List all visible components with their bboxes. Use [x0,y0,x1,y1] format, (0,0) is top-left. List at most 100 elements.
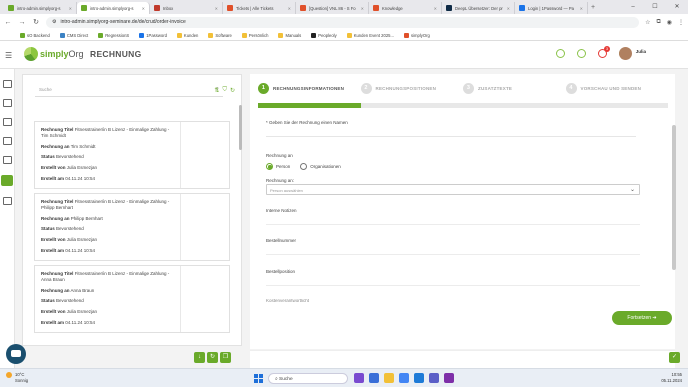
tab-close-icon[interactable]: ✕ [288,6,291,11]
bookmark-item[interactable]: Kunden Event 2025... [346,32,394,38]
bell-icon[interactable]: 3 [598,46,610,58]
list-actions: ↓ ↻ ❐ [194,352,231,363]
wizard-step-2[interactable]: 2 RECHNUNGSPOSITIONEN [360,80,464,96]
weather-widget[interactable]: 10°C Sonnig [6,372,28,384]
bookmark-item[interactable]: 1Password [139,32,167,38]
browser-tab[interactable]: Knowledge ✕ [369,2,442,14]
tab-close-icon[interactable]: ✕ [580,6,583,11]
sidebar-building-icon[interactable] [2,118,12,126]
confirm-icon[interactable]: ✓ [669,352,680,363]
forward-icon[interactable]: → [18,19,26,26]
bookmark-item[interactable]: Kunden [176,32,198,38]
taskbar-app-icon[interactable] [354,373,364,383]
internal-notes-input[interactable] [266,224,640,225]
browser-tab[interactable]: Tickets | Alle Tickets ✕ [223,2,296,14]
maximize-icon[interactable]: ☐ [644,0,666,14]
refresh-icon[interactable]: ↻ [230,87,235,94]
taskbar-explorer-icon[interactable] [384,373,394,383]
taskbar-teams-icon[interactable] [429,373,439,383]
url-field[interactable]: ⚙ intro-admin.simplyorg-seminare.de/de/c… [46,16,640,28]
form-scrollbar[interactable] [672,125,676,270]
user-name[interactable]: Julia [636,49,646,54]
sidebar-document-icon[interactable] [2,137,12,145]
taskbar-chrome-icon[interactable] [399,373,409,383]
profile-icon[interactable]: ◉ [667,19,672,26]
card-field-label: Rechnung an [41,143,70,149]
bookmark-item[interactable]: CMS Direct [59,32,88,38]
bookmark-item[interactable]: sO Backend [20,32,50,38]
sidebar-invoice-icon[interactable] [1,175,13,186]
menu-toggle-icon[interactable]: ☰ [5,51,12,60]
clock-icon[interactable] [577,49,586,58]
sidebar-megaphone-icon[interactable] [2,156,12,164]
search-input[interactable]: Suche ⌕ [35,83,223,97]
close-icon[interactable]: ✕ [666,0,688,14]
step-label: RECHNUNGSPOSITIONEN [375,85,437,91]
back-icon[interactable]: ← [4,19,12,26]
bookmark-item[interactable]: Persönlich [241,32,268,38]
sort-icon[interactable]: ⇅ [214,87,219,94]
order-number-input[interactable] [266,254,640,255]
invoice-card[interactable]: Rechnung Titel Fitnesstrainer/in B Lizen… [34,121,230,189]
step-number: 3 [463,82,474,94]
recipient-select[interactable]: Person auswählen ⌄ [266,184,640,195]
sidebar-book-icon[interactable] [2,99,12,107]
download-icon[interactable]: ↓ [194,352,205,363]
bookmark-item[interactable]: Peopleoly [311,32,337,38]
radio-person-dot[interactable] [266,163,273,170]
filter-icon[interactable]: ⛉ [222,87,227,94]
radio-organisation[interactable]: Organisationen [300,163,341,170]
bookmark-item[interactable]: RegressionS [98,32,129,38]
wizard-step-3[interactable]: 3 ZUSATZTEXTE [463,80,566,96]
bookmark-item[interactable]: simplyOrg [403,32,430,38]
chevron-down-icon[interactable]: ⌄ [630,186,635,193]
chat-widget-icon[interactable] [6,344,26,364]
form-footer [250,350,675,368]
browser-tab[interactable]: DeepL Übersetzer: Der pr ✕ [442,2,515,14]
list-tools: ⇅ ⛉ ↻ [214,87,235,94]
site-info-icon[interactable]: ⚙ [52,19,56,25]
menu-dots-icon[interactable]: ⋮ [678,19,684,26]
reload-icon[interactable]: ↻ [32,18,40,26]
wizard-step-4[interactable]: 4 VORSCHAU UND SENDEN [565,80,669,96]
taskbar-search[interactable]: ⌕ Suche [268,373,348,384]
continue-button[interactable]: Fortsetzen ➜ [612,311,672,325]
taskbar-app-icon[interactable] [369,373,379,383]
tab-close-icon[interactable]: ✕ [142,6,145,11]
invoice-name-input[interactable] [266,136,636,137]
bookmark-star-icon[interactable]: ☆ [645,19,650,26]
bookmark-item[interactable]: Software [208,32,232,38]
bookmark-item[interactable]: Manuals [278,32,301,38]
sidebar-settings-icon[interactable] [2,197,12,205]
tab-close-icon[interactable]: ✕ [434,6,437,11]
browser-tab[interactable]: Inbox ✕ [150,2,223,14]
browser-tab[interactable]: [Question] VNL 86 - S Fo ✕ [296,2,369,14]
taskbar-onenote-icon[interactable] [444,373,454,383]
windows-start-icon[interactable] [254,374,263,383]
browser-tab[interactable]: intro-admin.simplyorg-s ✕ [4,2,77,14]
sidebar-dashboard-icon[interactable] [2,80,12,88]
extensions-icon[interactable]: ⧉ [656,19,660,26]
list-scrollbar[interactable] [239,105,242,150]
tab-close-icon[interactable]: ✕ [69,6,72,11]
new-tab-button[interactable]: + [588,2,598,14]
browser-tab[interactable]: intro-admin.simplyorg-s ✕ [77,2,150,14]
wizard-step-1[interactable]: 1 RECHNUNGSINFORMATIONEN [258,80,361,96]
invoice-card[interactable]: Rechnung Titel Fitnesstrainer/in B Lizen… [34,193,230,261]
copy-icon[interactable]: ❐ [220,352,231,363]
sync-icon[interactable]: ↻ [207,352,218,363]
radio-organisation-dot[interactable] [300,163,308,170]
tab-close-icon[interactable]: ✕ [215,6,218,11]
tab-close-icon[interactable]: ✕ [507,6,510,11]
minimize-icon[interactable]: – [622,0,644,14]
tab-close-icon[interactable]: ✕ [361,6,364,11]
browser-tab[interactable]: Login | 1Password — Pa ✕ [515,2,588,14]
order-position-input[interactable] [266,285,640,286]
radio-person[interactable]: Person [266,163,290,170]
avatar[interactable] [619,47,632,60]
taskbar-outlook-icon[interactable] [414,373,424,383]
lightbulb-icon[interactable] [556,49,565,58]
system-tray[interactable]: 10:55 05.11.2024 [661,372,682,383]
card-status-row: Status Bevorstehend [41,154,176,160]
invoice-card[interactable]: Rechnung Titel Fitnesstrainer/in B Lizen… [34,265,230,333]
